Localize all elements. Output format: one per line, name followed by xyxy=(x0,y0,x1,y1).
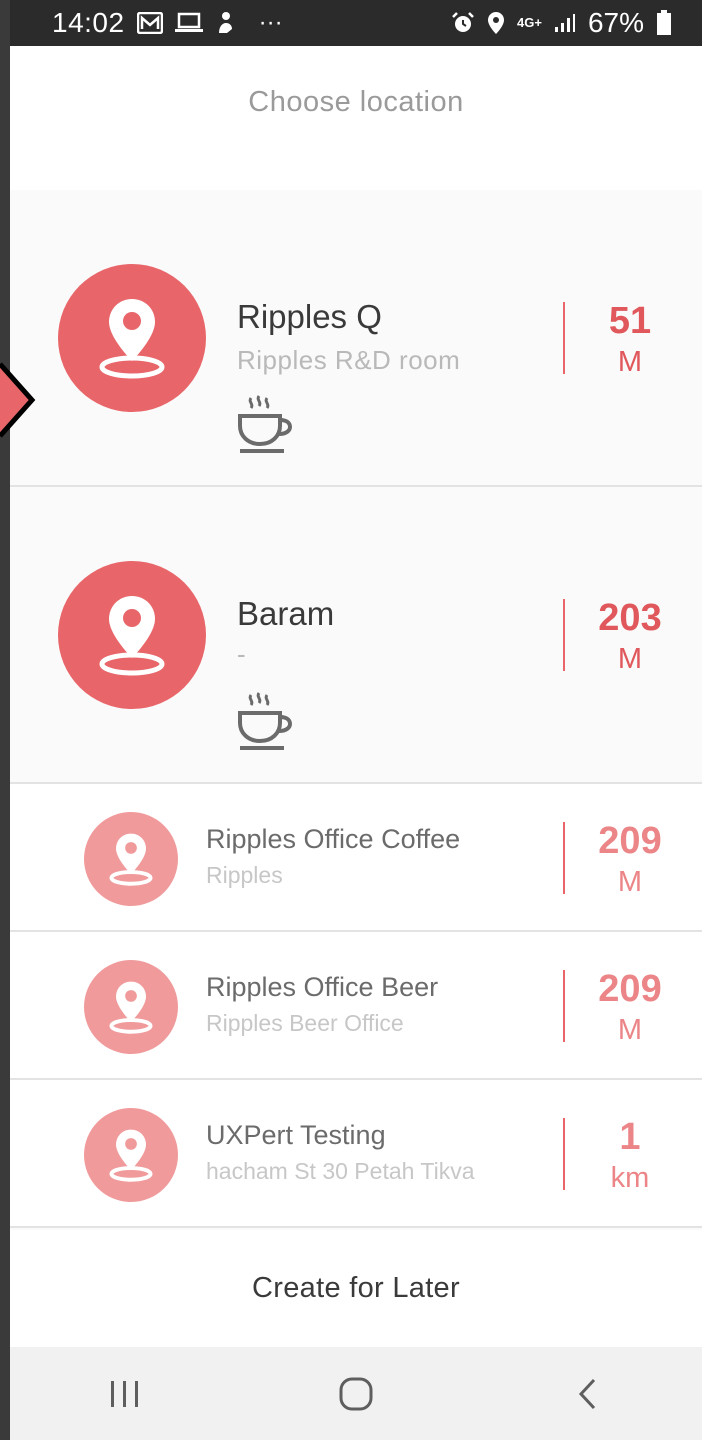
status-time: 14:02 xyxy=(52,7,125,38)
location-name: Baram xyxy=(237,595,335,632)
location-subtitle: Ripples Beer Office xyxy=(206,1010,404,1036)
status-bar: 14:02 ··· 4G+ 67% xyxy=(10,0,702,46)
distance-divider xyxy=(563,1118,565,1190)
distance-unit: M xyxy=(617,346,643,378)
distance: 209 M xyxy=(575,822,685,897)
location-avatar xyxy=(58,264,206,412)
alarm-icon xyxy=(452,12,474,32)
navigation-bar xyxy=(10,1347,702,1440)
location-item-ripples-q[interactable]: Ripples Q Ripples R&D room 51 M xyxy=(10,190,702,487)
status-bar-right: 4G+ 67% xyxy=(451,7,672,39)
location-name: Ripples Office Coffee xyxy=(206,824,461,854)
location-item-baram[interactable]: Baram - 203 M xyxy=(10,487,702,784)
battery-icon xyxy=(657,10,671,35)
distance-unit: M xyxy=(617,1014,643,1046)
page-title: Choose location xyxy=(248,85,464,118)
distance-unit: M xyxy=(617,866,643,898)
distance-value: 209 xyxy=(598,968,662,1010)
status-bar-left: 14:02 ··· xyxy=(52,7,283,39)
location-icon xyxy=(488,12,505,34)
distance-unit: M xyxy=(617,643,643,675)
location-pin-icon xyxy=(109,833,153,886)
battery-percent: 67% xyxy=(587,7,644,38)
distance: 203 M xyxy=(575,599,685,674)
location-subtitle: Ripples R&D room xyxy=(237,345,461,375)
footer: Create for Later xyxy=(10,1230,702,1347)
home-icon xyxy=(339,1377,373,1410)
header: Choose location xyxy=(10,46,702,190)
coffee-cup-icon xyxy=(238,395,293,453)
recents-icon xyxy=(111,1380,139,1407)
laptop-icon xyxy=(174,12,203,32)
distance: 209 M xyxy=(575,970,685,1045)
location-list[interactable]: Ripples Q Ripples R&D room 51 M Baram - xyxy=(10,190,702,1347)
location-item-ripples-office-coffee[interactable]: Ripples Office Coffee Ripples 209 M xyxy=(10,784,702,932)
more-dots-icon: ··· xyxy=(258,9,283,36)
left-edge-strip xyxy=(0,0,10,1440)
person-icon xyxy=(218,12,232,33)
distance-value: 209 xyxy=(598,820,662,862)
location-pin-icon xyxy=(109,981,153,1034)
recents-button[interactable] xyxy=(85,1354,165,1434)
location-avatar xyxy=(58,561,206,709)
distance-unit: km xyxy=(610,1162,650,1194)
distance-value: 203 xyxy=(598,597,662,639)
location-subtitle: - xyxy=(237,639,247,669)
location-subtitle: Ripples xyxy=(206,862,283,888)
location-item-uxpert-testing[interactable]: UXPert Testing hacham St 30 Petah Tikva … xyxy=(10,1080,702,1228)
back-button[interactable] xyxy=(547,1354,627,1434)
location-avatar xyxy=(84,1108,178,1202)
location-name: UXPert Testing xyxy=(206,1120,386,1150)
distance-divider xyxy=(563,822,565,894)
location-item-ripples-office-beer[interactable]: Ripples Office Beer Ripples Beer Office … xyxy=(10,932,702,1080)
location-avatar xyxy=(84,812,178,906)
location-pin-icon xyxy=(99,596,165,676)
location-name: Ripples Q xyxy=(237,298,382,335)
distance-divider xyxy=(563,302,565,374)
gmail-icon xyxy=(136,12,163,34)
network-type: 4G+ xyxy=(517,15,542,30)
chevron-right-icon xyxy=(0,362,36,438)
distance-value: 51 xyxy=(608,300,652,342)
distance: 1 km xyxy=(575,1118,685,1193)
distance-value: 1 xyxy=(619,1116,641,1158)
location-pin-icon xyxy=(99,299,165,379)
location-name: Ripples Office Beer xyxy=(206,972,439,1002)
back-icon xyxy=(578,1378,595,1409)
home-button[interactable] xyxy=(316,1354,396,1434)
location-subtitle: hacham St 30 Petah Tikva xyxy=(206,1158,475,1184)
coffee-cup-icon xyxy=(238,692,293,750)
location-avatar xyxy=(84,960,178,1054)
distance-divider xyxy=(563,599,565,671)
location-pin-icon xyxy=(109,1129,153,1182)
signal-icon xyxy=(554,14,575,32)
distance: 51 M xyxy=(575,302,685,377)
distance-divider xyxy=(563,970,565,1042)
create-for-later-button[interactable]: Create for Later xyxy=(252,1272,460,1305)
